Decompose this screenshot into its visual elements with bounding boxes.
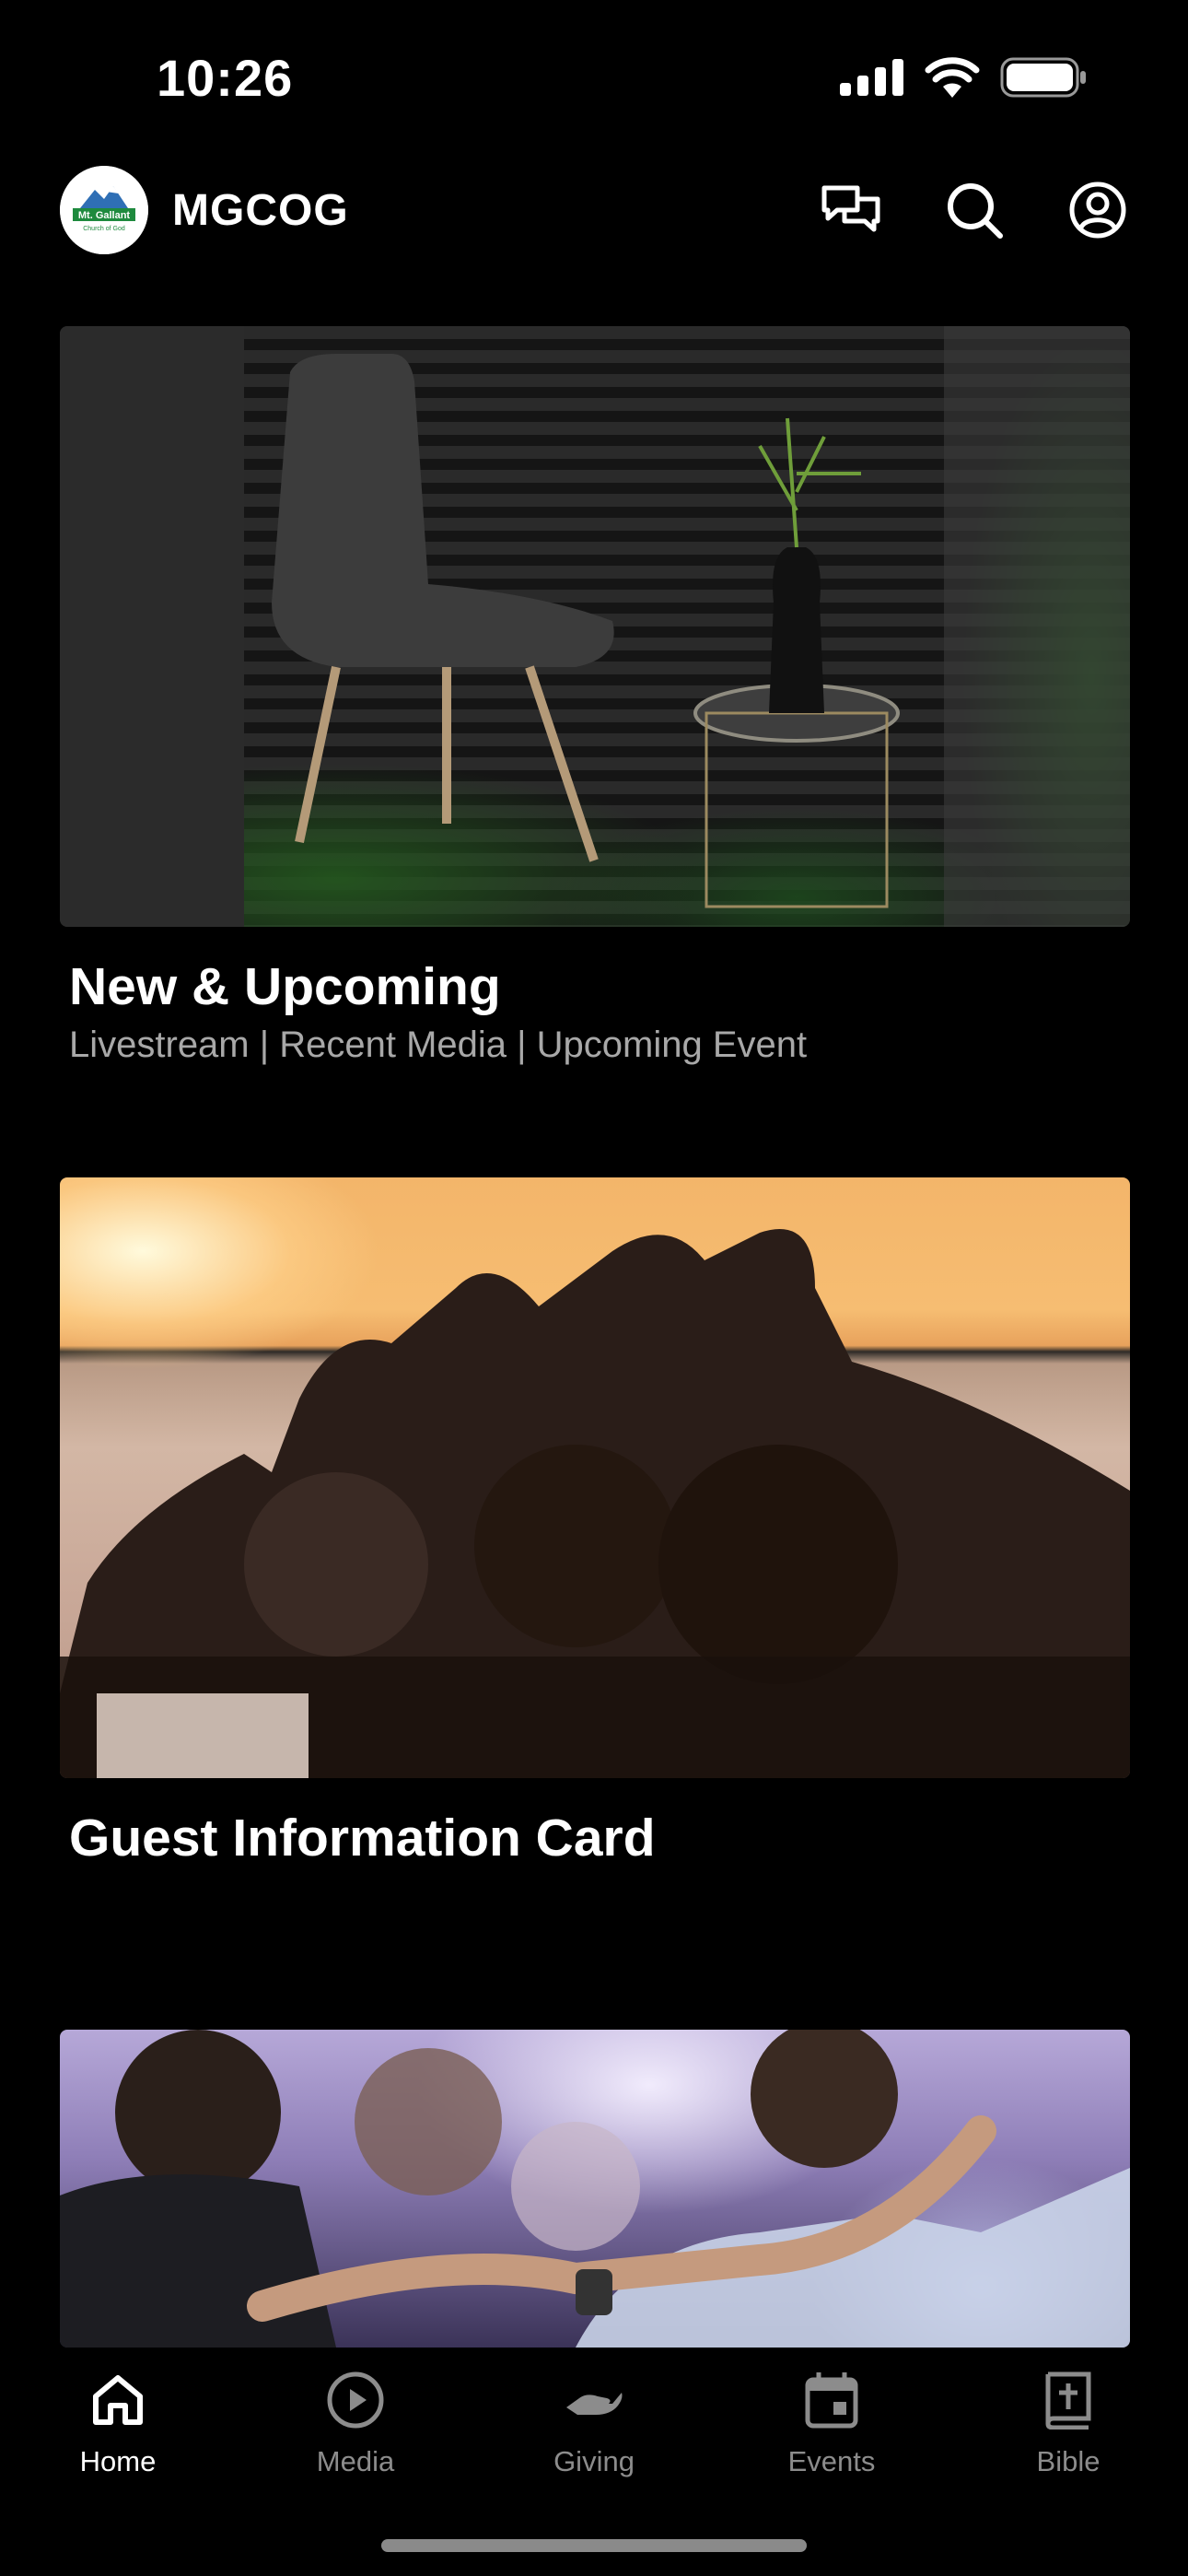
card-subtitle: Livestream | Recent Media | Upcoming Eve… [69, 1025, 808, 1065]
card-guest-information[interactable]: Guest Information Card [60, 1177, 1130, 1868]
search-icon[interactable] [944, 180, 1005, 240]
home-indicator[interactable] [381, 2539, 807, 2552]
play-circle-icon [323, 2368, 388, 2432]
tab-label: Events [787, 2445, 876, 2477]
card-worship-group[interactable] [60, 2030, 1130, 2348]
battery-icon [1000, 57, 1087, 102]
calendar-icon [799, 2368, 864, 2432]
tab-label: Media [316, 2445, 395, 2477]
sunset-heart-hands-photo [60, 1177, 1130, 1778]
card-new-upcoming[interactable]: New & Upcoming Livestream | Recent Media… [60, 326, 1130, 1066]
status-icons [840, 57, 1087, 102]
svg-text:Mt. Gallant: Mt. Gallant [78, 210, 131, 221]
profile-icon[interactable] [1067, 180, 1128, 240]
card-title: New & Upcoming [69, 957, 501, 1016]
status-time: 10:26 [157, 49, 294, 107]
tab-label: Bible [1036, 2445, 1101, 2477]
card-title: Guest Information Card [69, 1809, 656, 1868]
app-header: Mt. Gallant Church of God MGCOG [60, 166, 1128, 254]
worship-group-photo [60, 2030, 1130, 2348]
tab-label: Home [79, 2445, 157, 2477]
tab-home[interactable]: Home [26, 2368, 210, 2478]
tab-label: Giving [553, 2445, 635, 2477]
home-icon [86, 2368, 150, 2432]
wifi-icon [925, 57, 980, 102]
giving-hand-icon [562, 2368, 626, 2432]
app-title: MGCOG [172, 185, 349, 235]
chair-and-vase-photo [60, 326, 1130, 927]
tab-bible[interactable]: Bible [976, 2368, 1160, 2478]
tab-media[interactable]: Media [263, 2368, 448, 2478]
tab-giving[interactable]: Giving [502, 2368, 686, 2478]
chat-icon[interactable] [821, 180, 881, 240]
bible-icon [1036, 2368, 1101, 2432]
cellular-signal-icon [840, 59, 904, 100]
header-actions [821, 180, 1128, 240]
home-screen: 10:26 Mt. Gallant Church of God MGCOG Ne… [0, 0, 1188, 2576]
church-logo-mark: Mt. Gallant Church of God [60, 166, 148, 254]
church-logo[interactable]: Mt. Gallant Church of God [60, 166, 148, 254]
tab-events[interactable]: Events [740, 2368, 924, 2478]
svg-text:Church of God: Church of God [83, 226, 125, 232]
